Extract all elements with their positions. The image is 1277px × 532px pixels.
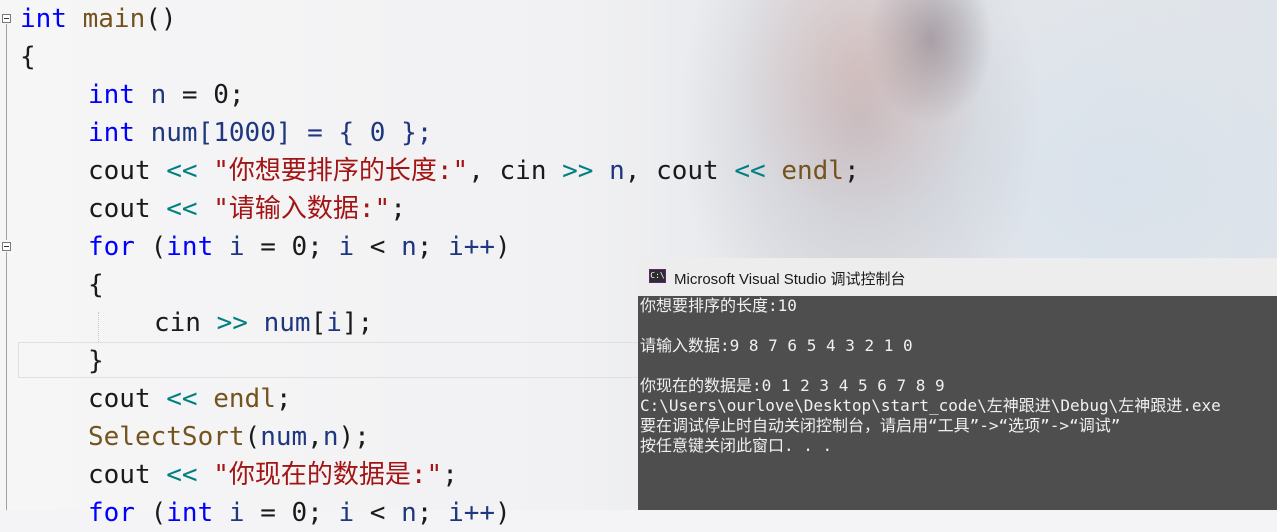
fold-guide: [6, 252, 7, 510]
code-line[interactable]: cout << "你现在的数据是:";: [88, 456, 458, 494]
current-line-highlight: [18, 342, 658, 378]
fold-guide: [6, 24, 7, 240]
code-line[interactable]: int num[1000] = { 0 };: [88, 114, 432, 152]
console-line: 你现在的数据是:0 1 2 3 4 5 6 7 8 9: [640, 376, 945, 395]
code-line[interactable]: {: [88, 266, 104, 304]
editor-gutter: [0, 0, 16, 510]
code-line[interactable]: int n = 0;: [88, 76, 245, 114]
console-line: 你想要排序的长度:10: [640, 296, 797, 315]
code-line[interactable]: }: [88, 342, 104, 380]
console-line: 按任意键关闭此窗口. . .: [640, 436, 833, 455]
debug-console-window[interactable]: C:\ Microsoft Visual Studio 调试控制台 你想要排序的…: [638, 258, 1277, 510]
console-output[interactable]: 你想要排序的长度:10 请输入数据:9 8 7 6 5 4 3 2 1 0 你现…: [640, 296, 1277, 510]
console-title: Microsoft Visual Studio 调试控制台: [674, 271, 906, 288]
console-icon: C:\: [649, 269, 666, 283]
indent-guide: [98, 312, 99, 342]
code-line[interactable]: {: [20, 38, 36, 76]
code-line[interactable]: SelectSort(num,n);: [88, 418, 370, 456]
console-line: 请输入数据:9 8 7 6 5 4 3 2 1 0: [640, 336, 913, 355]
console-line: C:\Users\ourlove\Desktop\start_code\左神跟进…: [640, 396, 1221, 415]
collapse-main-icon[interactable]: [2, 14, 11, 23]
code-line[interactable]: for (int i = 0; i < n; i++): [88, 228, 511, 266]
collapse-for-icon[interactable]: [2, 242, 11, 251]
code-line[interactable]: for (int i = 0; i < n; i++): [88, 494, 511, 532]
code-line[interactable]: cout << endl;: [88, 380, 292, 418]
code-line[interactable]: cout << "请输入数据:";: [88, 190, 406, 228]
console-line: 要在调试停止时自动关闭控制台，请启用“工具”->“选项”->“调试”: [640, 416, 1121, 435]
code-line[interactable]: cin >> num[i];: [154, 304, 373, 342]
code-line[interactable]: int main(): [20, 0, 177, 38]
code-line[interactable]: cout << "你想要排序的长度:", cin >> n, cout << e…: [88, 152, 860, 190]
console-title-bar[interactable]: C:\ Microsoft Visual Studio 调试控制台: [638, 258, 1277, 296]
